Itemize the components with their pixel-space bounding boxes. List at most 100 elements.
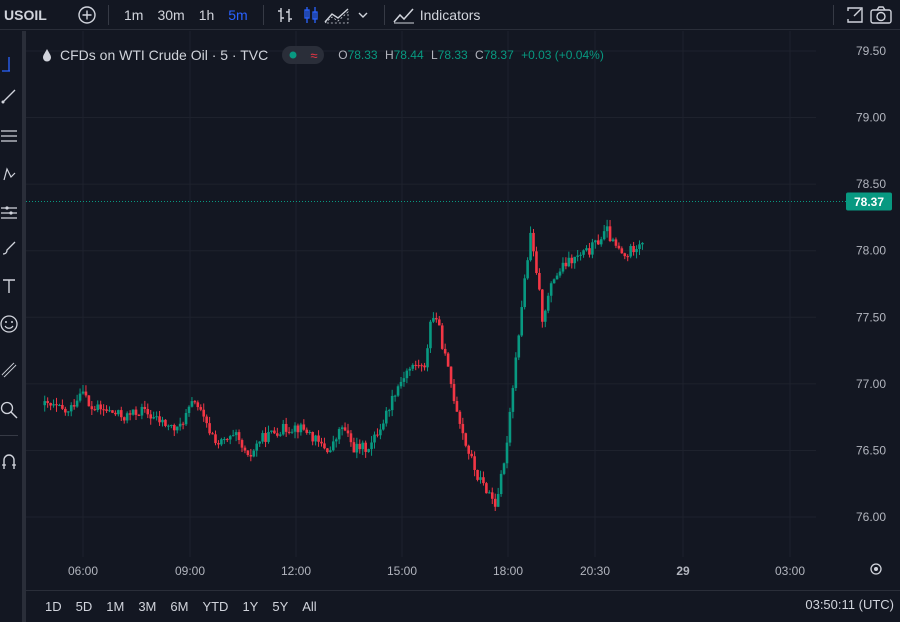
settings-gear-icon[interactable] [870,563,882,575]
candle [128,410,132,421]
indicators-button[interactable]: Indicators [393,0,480,30]
candle-body [535,251,538,274]
candle [122,416,126,424]
interval-1h[interactable]: 1h [192,7,222,23]
candle-body [461,423,465,434]
candle-body [523,278,526,308]
trend-line-icon[interactable] [0,87,18,105]
brush-icon[interactable] [0,239,18,257]
symbol-search[interactable]: USOIL [0,0,74,30]
range-ytd[interactable]: YTD [195,599,235,614]
symbol-title[interactable]: CFDs on WTI Crude Oil · 5 · TVC [60,47,268,63]
magnet-icon[interactable] [0,453,18,471]
range-5d[interactable]: 5D [69,599,100,614]
emoji-icon[interactable] [0,315,18,333]
low-label: L [430,48,438,62]
candle-body [599,239,603,245]
candle [479,470,482,484]
range-3m[interactable]: 3M [131,599,163,614]
candle [638,240,641,256]
candle [314,434,317,446]
candle [334,437,338,448]
candle-body [78,393,82,401]
range-all[interactable]: All [295,599,323,614]
candle-body [408,368,412,371]
candle-body [167,425,170,427]
candle [346,423,350,437]
candle [626,254,630,262]
candle [493,493,497,511]
range-1m[interactable]: 1M [99,599,131,614]
candle [320,437,323,447]
candle-body [349,433,353,443]
candle [549,281,553,303]
y-tick-label: 77.00 [856,377,886,391]
area-chart-icon[interactable] [323,2,350,28]
candle-body [423,365,426,368]
bar-chart-icon[interactable] [272,2,298,28]
candle [111,410,114,414]
interval-1m[interactable]: 1m [117,7,150,23]
candle-body [596,240,600,245]
candle [611,237,615,242]
zoom-icon[interactable] [0,401,18,419]
candle-body [370,442,373,450]
range-5y[interactable]: 5Y [265,599,295,614]
ruler-icon[interactable] [0,361,18,379]
candle [564,257,568,270]
range-6m[interactable]: 6M [163,599,195,614]
interval-30m[interactable]: 30m [150,7,191,23]
candle-body [364,442,367,452]
fib-retracement-icon[interactable] [0,127,18,145]
candle-body [543,310,547,322]
candle-body [290,431,294,433]
candle [158,410,161,426]
candle [155,411,158,421]
candle [440,323,444,350]
interval-5m[interactable]: 5m [221,7,254,23]
candle [629,243,632,259]
legend-status-pill[interactable]: ≈ [282,46,325,64]
fullscreen-icon[interactable] [842,2,868,28]
candle [261,430,264,444]
candles-icon[interactable] [298,2,324,28]
candle [420,363,423,372]
forecast-icon[interactable] [0,203,18,221]
y-tick-label: 77.50 [856,310,886,324]
chevron-down-icon[interactable] [350,2,376,28]
candle-body [323,443,326,449]
crosshair-icon[interactable] [0,55,18,73]
candle [243,445,247,454]
candle [352,437,356,453]
pattern-icon[interactable] [0,165,18,183]
candle-body [84,391,88,396]
candle-body [211,433,214,435]
candle-body [470,453,473,457]
candle-body [108,410,111,412]
candle [214,430,217,446]
candle-body [237,432,241,441]
utc-clock[interactable]: 03:50:11 (UTC) [805,597,894,612]
candle [541,289,544,328]
text-tool-icon[interactable] [0,277,18,295]
candle [149,409,153,425]
camera-icon[interactable] [868,2,894,28]
candle-body [567,257,571,267]
range-1d[interactable]: 1D [38,599,69,614]
candle-body [496,494,500,507]
candle-body [234,432,238,436]
compare-add-icon[interactable] [74,2,100,28]
candle-body [561,262,565,272]
candle [287,427,291,435]
candle [455,396,459,412]
price-chart[interactable]: 79.50 79.00 78.50 78.00 77.50 77.00 76.50 76.00… [26,31,900,591]
candle-body [502,463,506,474]
candle-body [420,365,423,367]
candle-body [152,417,155,419]
candle-body [296,425,300,433]
range-1y[interactable]: 1Y [235,599,265,614]
candle [393,394,397,402]
candle-body [220,439,223,445]
candle [117,409,120,417]
candle-body [52,404,55,406]
